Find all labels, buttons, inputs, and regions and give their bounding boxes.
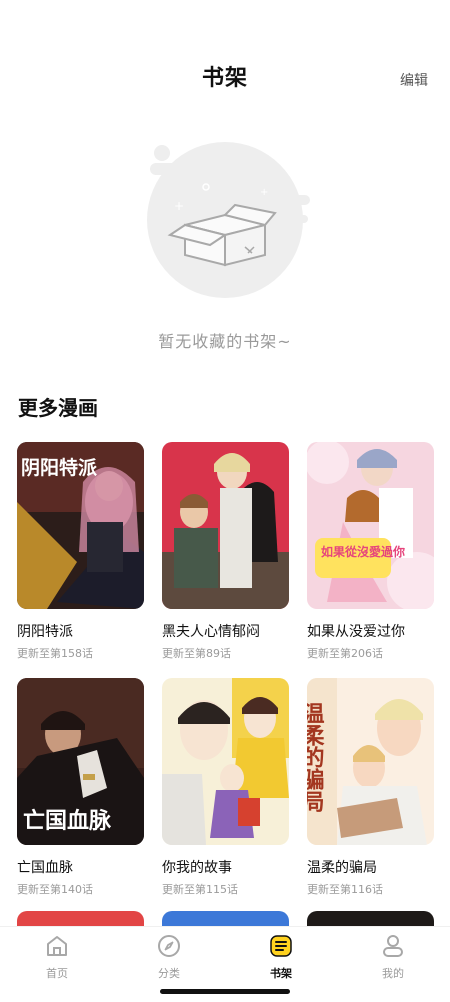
tab-bookshelf[interactable]: 书架 (241, 933, 321, 981)
tab-label: 首页 (46, 967, 68, 980)
section-title: 更多漫画 (18, 396, 98, 420)
cover-title: 亡国血脉 (23, 808, 112, 834)
empty-message: 暂无收藏的书架~ (158, 332, 292, 351)
home-icon (44, 933, 70, 959)
comic-update: 更新至第158话 (17, 647, 93, 660)
cover-title: 如果從沒愛過你 (321, 544, 405, 559)
cover-title: 温柔的骗局 (307, 702, 325, 812)
comic-title: 温柔的骗局 (307, 860, 377, 876)
tab-label: 分类 (158, 967, 180, 980)
tab-profile[interactable]: 我的 (353, 933, 433, 981)
comic-cover[interactable]: 如果從沒愛過你 (307, 442, 434, 609)
empty-state: + + 暂无收藏的书架~ (0, 135, 450, 365)
comic-card[interactable]: 你我的故事 更新至第115话 (162, 678, 289, 898)
comic-update: 更新至第140话 (17, 883, 93, 896)
comic-card[interactable]: 温柔的骗局 温柔的骗局 更新至第116话 (307, 678, 434, 898)
comic-card[interactable]: 亡国血脉 亡国血脉 更新至第140话 (17, 678, 144, 898)
comic-cover[interactable] (162, 442, 289, 609)
tab-label: 我的 (382, 967, 404, 980)
tab-home[interactable]: 首页 (17, 933, 97, 981)
tab-category[interactable]: 分类 (129, 933, 209, 981)
svg-text:+: + (260, 187, 268, 198)
profile-icon (380, 933, 406, 959)
empty-box-illustration: + + (140, 135, 310, 305)
comic-update: 更新至第89话 (162, 647, 231, 660)
home-indicator (160, 989, 290, 994)
edit-button[interactable]: 编辑 (400, 70, 428, 90)
comic-cover[interactable]: 亡国血脉 (17, 678, 144, 845)
tab-label: 书架 (270, 967, 292, 980)
comic-card[interactable]: 黑夫人心情郁闷 更新至第89话 (162, 442, 289, 662)
cover-title: 阴阳特派 (21, 457, 98, 479)
comic-update: 更新至第116话 (307, 883, 383, 896)
comic-card[interactable]: 阴阳特派 阴阳特派 更新至第158话 (17, 442, 144, 662)
comic-title: 黑夫人心情郁闷 (162, 624, 260, 640)
comic-update: 更新至第115话 (162, 883, 238, 896)
comic-title: 亡国血脉 (17, 860, 73, 876)
comic-title: 如果从没爱过你 (307, 624, 405, 640)
compass-icon (156, 933, 182, 959)
page-title: 书架 (201, 66, 248, 91)
svg-text:+: + (174, 199, 184, 213)
comic-title: 阴阳特派 (17, 624, 73, 640)
comic-cover[interactable] (162, 678, 289, 845)
comic-title: 你我的故事 (162, 860, 232, 876)
comic-cover[interactable]: 阴阳特派 (17, 442, 144, 609)
comic-card[interactable]: 如果從沒愛過你 如果从没爱过你 更新至第206话 (307, 442, 434, 662)
bookshelf-icon (268, 933, 294, 959)
header: 书架 编辑 (0, 0, 450, 120)
comic-update: 更新至第206话 (307, 647, 383, 660)
comic-cover[interactable]: 温柔的骗局 (307, 678, 434, 845)
